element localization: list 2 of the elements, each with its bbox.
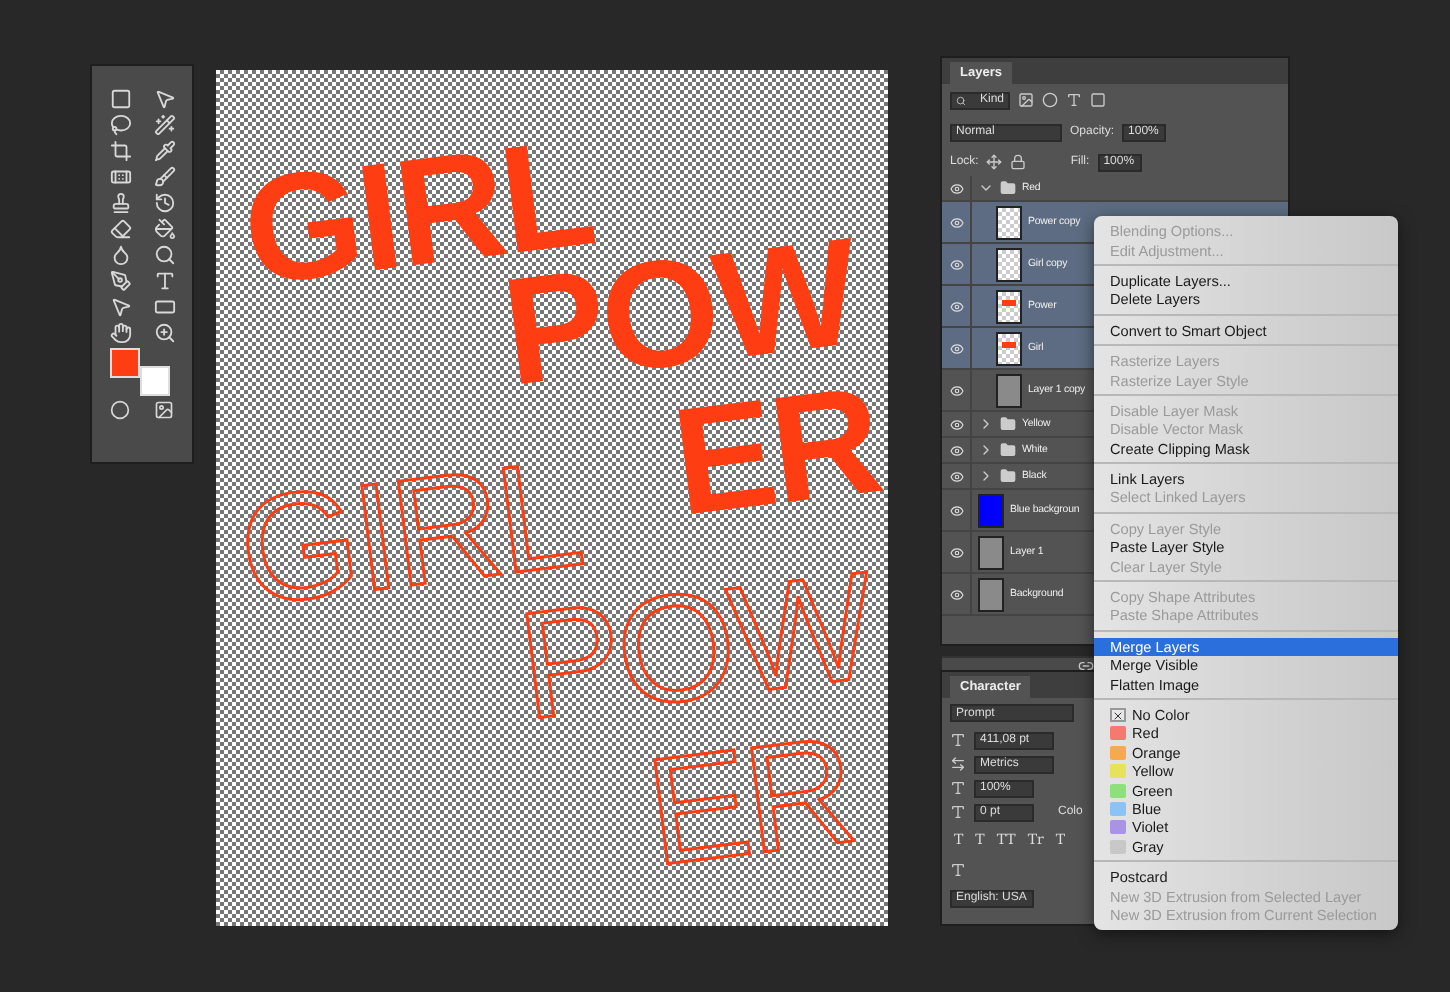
poster-word: ER xyxy=(666,365,887,541)
outline-word: ER xyxy=(640,715,861,891)
